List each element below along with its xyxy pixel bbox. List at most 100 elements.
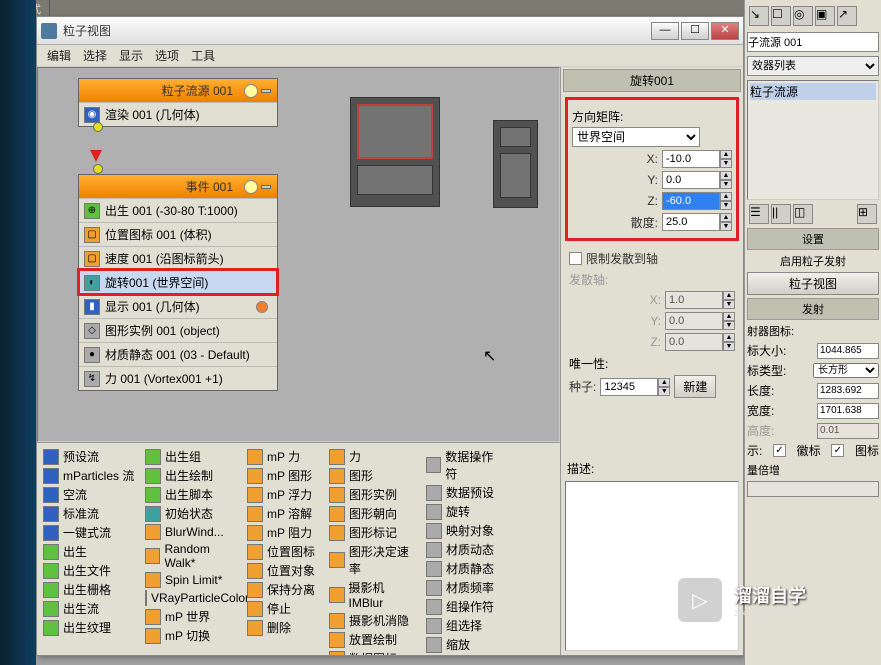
depot-item[interactable]: VRayParticleColor [143,589,243,607]
depot-item[interactable]: mP 世界 [143,607,243,626]
depot-item[interactable]: 出生纹理 [41,618,141,637]
y-input[interactable] [662,171,720,189]
depot-item[interactable]: Spin Limit* [143,571,243,589]
depot-item[interactable]: 停止 [245,599,325,618]
bulb-icon[interactable] [244,84,258,98]
object-name-field[interactable] [747,32,879,52]
connector-in[interactable] [93,164,103,174]
stack-tool-icon[interactable]: || [771,204,791,224]
spin-down[interactable]: ▼ [720,159,732,168]
depot-item[interactable]: 组选择 [424,616,504,635]
restrict-checkbox[interactable] [569,252,582,265]
icon-checkbox[interactable] [831,444,844,457]
rollout-emit[interactable]: 发射 [747,298,879,320]
depot-item[interactable]: mP 阻力 [245,523,325,542]
depot-item[interactable]: 材质静态 [424,559,504,578]
depot-item[interactable]: 初始状态 [143,504,243,523]
connector-out[interactable] [93,122,103,132]
spin-up[interactable]: ▲ [658,378,670,387]
particle-view-button[interactable]: 粒子视图 [747,272,879,295]
depot-item[interactable]: 出生流 [41,599,141,618]
depot-item[interactable]: mP 溶解 [245,504,325,523]
menu-edit[interactable]: 编辑 [47,47,71,64]
menu-tools[interactable]: 工具 [191,47,215,64]
spin-up[interactable]: ▲ [720,150,732,159]
new-seed-button[interactable]: 新建 [674,375,716,398]
matrix-combo[interactable]: 世界空间 [572,127,700,147]
icon-type-combo[interactable]: 长方形 [813,363,879,378]
depot-item[interactable]: 位置图标 [245,542,325,561]
panel-tab-icon[interactable]: ☐ [771,6,791,26]
rollout-settings[interactable]: 设置 [747,228,879,250]
spin-up[interactable]: ▲ [720,171,732,180]
seed-input[interactable] [600,378,658,396]
spin-down[interactable]: ▼ [720,222,732,231]
menu-select[interactable]: 选择 [83,47,107,64]
modifier-stack[interactable]: 粒子流源 [747,80,879,200]
menu-options[interactable]: 选项 [155,47,179,64]
depot-item[interactable]: 出生绘制 [143,466,243,485]
depot-item[interactable]: 力 [327,447,422,466]
handle-icon[interactable] [261,89,271,93]
depot-item[interactable]: 图形决定速率 [327,542,422,578]
bulb-icon[interactable] [244,180,258,194]
stack-item[interactable]: 粒子流源 [750,83,876,100]
z-input[interactable] [662,192,720,210]
logo-checkbox[interactable] [773,444,786,457]
depot-item[interactable]: 图形朝向 [327,504,422,523]
width-input[interactable] [817,403,879,419]
depot-item[interactable]: 数据操作符 [424,447,504,483]
depot-item[interactable]: 缩放 [424,635,504,654]
depot-item[interactable]: mParticles 流 [41,466,141,485]
panel-tab-icon[interactable]: ▣ [815,6,835,26]
scatter-input[interactable] [662,213,720,231]
icon-size-input[interactable] [817,343,879,359]
depot-item[interactable]: 空流 [41,485,141,504]
stack-tool-icon[interactable]: ⊞ [857,204,877,224]
depot-item[interactable]: 预设流 [41,447,141,466]
depot-item[interactable]: 删除 [245,618,325,637]
panel-tab-icon[interactable]: ↗ [837,6,857,26]
node-event[interactable]: 事件 001 ⊕出生 001 (-30-80 T:1000) ▢位置图标 001… [78,174,278,391]
modifier-list-combo[interactable]: 效器列表 [747,56,879,76]
depot-item[interactable]: BlurWind... [143,523,243,541]
node-pf-source[interactable]: 粒子流源 001 ◉ 渲染 001 (几何体) [78,78,278,127]
spin-up[interactable]: ▲ [720,192,732,201]
spin-down[interactable]: ▼ [658,387,670,396]
depot-item[interactable]: mP 力 [245,447,325,466]
depot-item[interactable]: 位置对象 [245,561,325,580]
depot-item[interactable]: 出生文件 [41,561,141,580]
length-input[interactable] [817,383,879,399]
depot-item[interactable]: 材质频率 [424,578,504,597]
depot-item[interactable]: 摄影机消隐 [327,611,422,630]
depot-item[interactable]: 标准流 [41,504,141,523]
spin-up[interactable]: ▲ [720,213,732,222]
depot-item[interactable]: 数据预设 [424,483,504,502]
depot-item[interactable]: Random Walk* [143,541,243,571]
minimize-button[interactable]: — [651,22,679,40]
x-input[interactable] [662,150,720,168]
spin-down[interactable]: ▼ [720,201,732,210]
depot-item[interactable]: 出生栅格 [41,580,141,599]
depot-item[interactable]: 旋转 [424,502,504,521]
depot-item[interactable]: 出生 [41,542,141,561]
depot-item[interactable]: 一键式流 [41,523,141,542]
panel-tab-icon[interactable]: ↘ [749,6,769,26]
depot-item[interactable]: mP 浮力 [245,485,325,504]
depot-item[interactable]: mP 图形 [245,466,325,485]
depot-item[interactable]: 保持分离 [245,580,325,599]
close-button[interactable]: ✕ [711,22,739,40]
depot-item[interactable]: 映射对象 [424,521,504,540]
depot-item[interactable]: 图形 [327,466,422,485]
depot-item[interactable]: 材质动态 [424,540,504,559]
schematic-canvas[interactable]: 粒子流源 001 ◉ 渲染 001 (几何体) 事件 001 [37,67,560,442]
depot-item[interactable]: 摄影机 IMBlur [327,578,422,611]
depot-item[interactable]: 出生组 [143,447,243,466]
depot-item[interactable]: 图形实例 [327,485,422,504]
depot-item[interactable]: 数据图标 [327,649,422,655]
spin-down[interactable]: ▼ [720,180,732,189]
stack-tool-icon[interactable]: ☰ [749,204,769,224]
panel-tab-icon[interactable]: ◎ [793,6,813,26]
depot-item[interactable]: mP 切换 [143,626,243,645]
maximize-button[interactable]: ☐ [681,22,709,40]
